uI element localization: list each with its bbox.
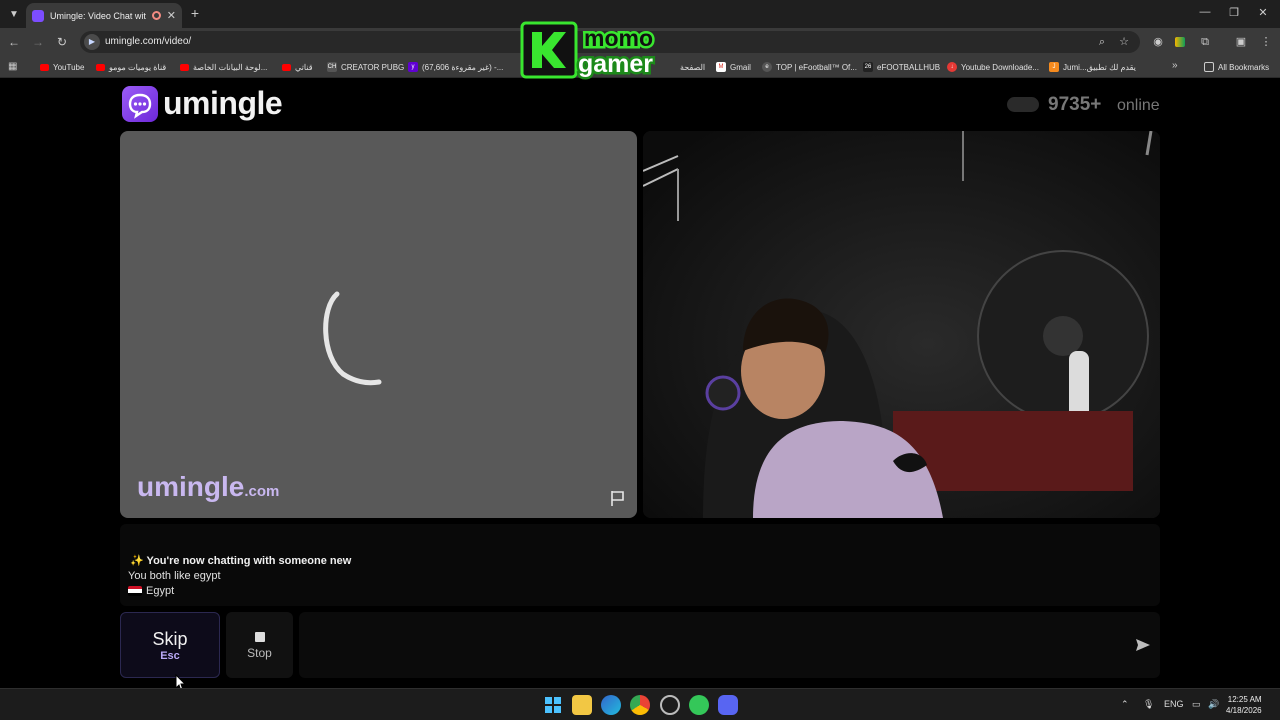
remote-video-panel xyxy=(643,131,1160,518)
logo-text-line2: gamer xyxy=(578,50,653,78)
windows-start-icon[interactable] xyxy=(543,695,563,715)
minimize-icon[interactable]: — xyxy=(1198,6,1212,18)
discord-icon[interactable] xyxy=(718,695,738,715)
message-input[interactable] xyxy=(299,612,1160,678)
loading-spinner-icon xyxy=(323,291,382,386)
bookmark-item[interactable]: M Gmail xyxy=(716,60,751,74)
profile-icon[interactable]: ▣ xyxy=(1233,34,1249,50)
webcam-feed-image xyxy=(643,131,1160,518)
skip-shortcut: Esc xyxy=(160,650,180,662)
bookmark-item[interactable]: y (67,606 غير مقروءة) -... xyxy=(408,60,503,74)
menu-icon[interactable]: ⋮ xyxy=(1258,34,1274,50)
windows-taskbar: ⌃ 🎙 ENG ▭ 🔊 12:25 AM 4/18/2026 xyxy=(0,688,1280,720)
browser-tab[interactable]: Umingle: Video Chat with S ✕ xyxy=(26,3,182,28)
app-arrow-icon[interactable] xyxy=(689,695,709,715)
new-tab-button[interactable]: + xyxy=(187,5,203,21)
tray-overflow-icon[interactable]: ⌃ xyxy=(1121,699,1129,710)
zoom-icon[interactable]: ⌕ xyxy=(1094,34,1110,50)
momo-gamer-logo: momo gamer xyxy=(520,21,656,80)
youtube-icon xyxy=(282,63,291,71)
youtube-icon xyxy=(96,63,105,71)
bookmark-item[interactable]: قناة يوميات مومو xyxy=(96,60,166,74)
report-flag-icon[interactable] xyxy=(609,489,627,507)
reload-icon[interactable]: ↻ xyxy=(54,34,70,50)
bookmark-item[interactable]: J Jumi...يقدم لك تطبيق xyxy=(1049,60,1136,74)
chat-country: Egypt xyxy=(128,585,174,597)
extensions-icon[interactable]: ⧉ xyxy=(1197,34,1213,50)
skip-label: Skip xyxy=(152,629,188,649)
logo-text-line1: momo xyxy=(584,25,653,51)
clock[interactable]: 12:25 AM 4/18/2026 xyxy=(1226,694,1262,716)
online-indicator xyxy=(1007,97,1039,112)
all-bookmarks-button[interactable]: All Bookmarks xyxy=(1204,60,1269,74)
volume-icon[interactable]: 🔊 xyxy=(1208,699,1219,710)
tab-title: Umingle: Video Chat with S xyxy=(50,10,146,21)
apps-grid-icon[interactable]: ▦ xyxy=(8,61,17,72)
chrome-icon[interactable] xyxy=(630,695,650,715)
tab-close-icon[interactable]: ✕ xyxy=(167,9,176,22)
bookmark-item[interactable]: لوحة البيانات الخاصة... xyxy=(180,60,267,74)
downloader-icon: ↓ xyxy=(947,62,957,72)
more-bookmarks-icon[interactable]: » xyxy=(1172,60,1178,71)
url-text: umingle.com/video/ xyxy=(105,36,192,47)
bookmark-item[interactable]: YouTube xyxy=(40,60,84,74)
egypt-flag-icon xyxy=(128,586,142,596)
back-icon[interactable]: ← xyxy=(6,34,22,50)
umingle-page: umingle 9735+ online umingle.com ✨ You'r… xyxy=(0,78,1280,692)
efootball-icon: e xyxy=(762,62,772,72)
brand-name[interactable]: umingle xyxy=(163,85,283,122)
recording-icon xyxy=(151,11,161,20)
extension-color-icon[interactable] xyxy=(1172,34,1188,50)
window-close-icon[interactable]: ✕ xyxy=(1256,6,1270,19)
camera-icon[interactable]: ◉ xyxy=(1150,34,1166,50)
bookmark-item[interactable]: قناتي xyxy=(282,60,313,74)
clock-time: 12:25 AM xyxy=(1227,695,1262,704)
youtube-icon xyxy=(180,63,189,71)
gmail-icon: M xyxy=(716,62,726,72)
stop-icon xyxy=(254,632,265,642)
network-icon[interactable]: ▭ xyxy=(1192,699,1201,710)
online-count: 9735+ xyxy=(1048,94,1102,115)
tab-list-button[interactable]: ▼ xyxy=(5,5,23,23)
bookmark-item[interactable]: CH CREATOR PUBG xyxy=(327,60,404,74)
forward-icon[interactable]: → xyxy=(30,34,46,50)
umingle-favicon-icon xyxy=(32,9,44,22)
bookmark-item[interactable]: e TOP | eFootball™ Of... xyxy=(762,60,857,74)
stop-button[interactable]: Stop xyxy=(226,612,293,678)
microphone-icon[interactable]: 🎙 xyxy=(1143,699,1154,710)
language-indicator[interactable]: ENG xyxy=(1164,699,1184,709)
bookmark-star-icon[interactable]: ☆ xyxy=(1116,34,1132,50)
umingle-logo-icon[interactable] xyxy=(122,86,158,122)
chat-system-message: ✨ You're now chatting with someone new xyxy=(130,555,352,567)
obs-icon[interactable] xyxy=(660,695,680,715)
26-icon: 26 xyxy=(863,62,873,72)
youtube-icon xyxy=(40,63,49,71)
yahoo-icon: y xyxy=(408,62,418,72)
restore-icon[interactable]: ❐ xyxy=(1227,6,1241,19)
stop-label: Stop xyxy=(247,646,272,660)
bookmark-item[interactable]: ↓ Youtube Downloade... xyxy=(947,60,1039,74)
bookmark-item[interactable]: 26 eFOOTBALLHUB xyxy=(863,60,940,74)
watermark: umingle.com xyxy=(137,471,280,502)
folder-icon xyxy=(1204,62,1214,72)
online-label: online xyxy=(1117,97,1160,114)
send-icon[interactable] xyxy=(1134,636,1152,654)
ch-icon: CH xyxy=(327,62,337,72)
file-explorer-icon[interactable] xyxy=(572,695,592,715)
local-video-panel: umingle.com xyxy=(120,131,637,518)
skip-button[interactable]: Skip Esc xyxy=(120,612,220,678)
camera-permission-icon[interactable]: ▶ xyxy=(84,34,100,50)
chat-common-interest: You both like egypt xyxy=(128,570,221,582)
jumia-icon: J xyxy=(1049,62,1059,72)
clock-date: 4/18/2026 xyxy=(1226,706,1262,715)
edge-icon[interactable] xyxy=(601,695,621,715)
chat-log: ✨ You're now chatting with someone new Y… xyxy=(120,524,1160,606)
